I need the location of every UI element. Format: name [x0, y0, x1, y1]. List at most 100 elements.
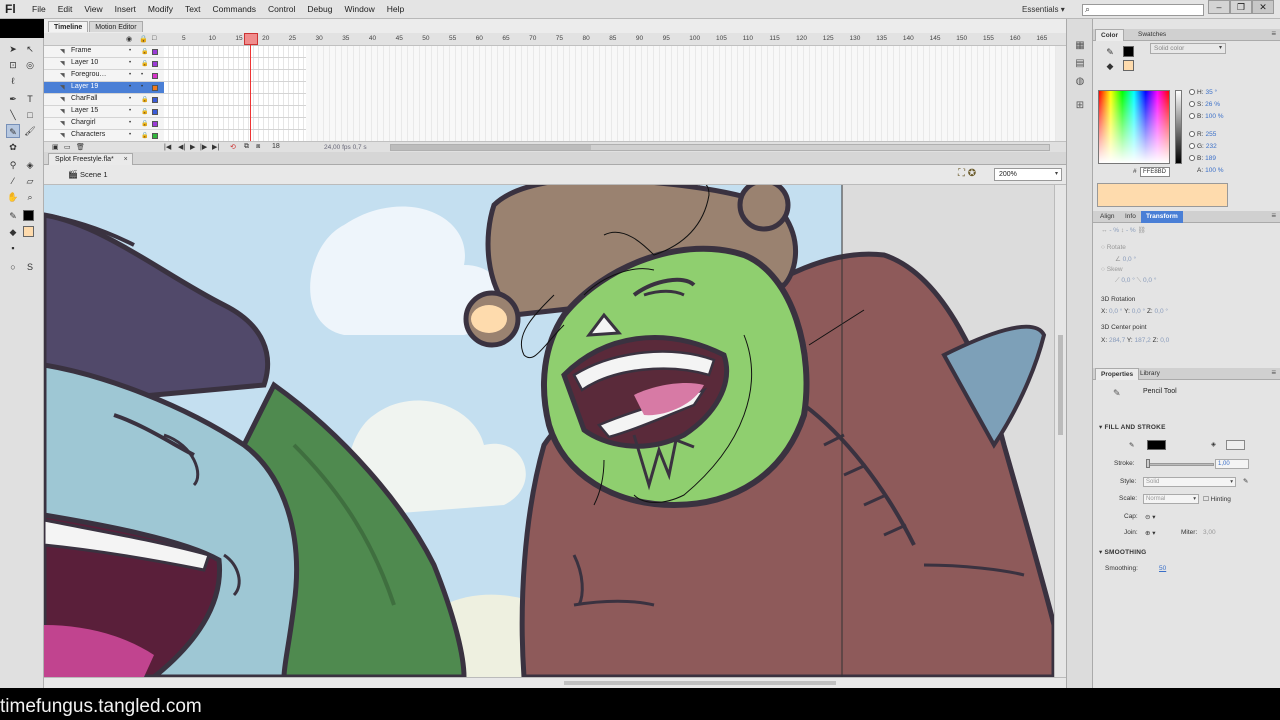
menu-window[interactable]: Window [338, 0, 380, 19]
skew-y-value[interactable]: 0,0 ° [1143, 277, 1156, 284]
style-dropdown[interactable]: Solid ▾ [1143, 477, 1236, 487]
saturation-value[interactable]: 26 % [1205, 101, 1220, 108]
color-panel-stroke-swatch[interactable] [1123, 46, 1134, 57]
selection-tool-icon[interactable]: ➤ [6, 42, 20, 56]
blue-radio[interactable] [1189, 155, 1195, 161]
frame-grid[interactable] [306, 46, 1056, 142]
smoothing-mode-icon[interactable]: S [23, 260, 37, 274]
center3d-y[interactable]: 187,2 [1135, 337, 1151, 344]
green-radio[interactable] [1189, 143, 1195, 149]
rectangle-tool-icon[interactable]: □ [23, 108, 37, 122]
green-row[interactable]: G: 232 [1189, 143, 1217, 150]
smoothing-header[interactable]: ▾ SMOOTHING [1099, 548, 1146, 556]
menu-edit[interactable]: Edit [52, 0, 79, 19]
fill-color-swatch[interactable] [1226, 440, 1245, 450]
fill-stroke-header[interactable]: ▾ FILL AND STROKE [1099, 423, 1166, 431]
brightness-slider[interactable] [1175, 90, 1182, 164]
smoothing-value[interactable]: 50 [1159, 565, 1166, 572]
visibility-dot-icon[interactable]: • [129, 48, 131, 54]
layer-row[interactable]: ◥ Layer 10 • 🔒 [44, 58, 306, 70]
layer-name[interactable]: Characters [71, 131, 105, 138]
hue-radio[interactable] [1189, 89, 1195, 95]
help-search-input[interactable]: ⌕ [1082, 4, 1204, 16]
layer-frames[interactable] [164, 82, 306, 93]
layer-row[interactable]: ◥ Layer 15 • 🔒 [44, 106, 306, 118]
saturation-row[interactable]: S: 26 % [1189, 101, 1220, 108]
layer-frames[interactable] [164, 94, 306, 105]
edit-stroke-style-icon[interactable]: ✎ [1243, 477, 1248, 485]
stroke-color-icon[interactable]: ✎ [1103, 45, 1117, 59]
layer-row[interactable]: ◥ Layer 19 • • [44, 82, 306, 94]
layer-row[interactable]: ◥ Frame • 🔒 [44, 46, 306, 58]
menu-view[interactable]: View [78, 0, 108, 19]
lock-dot-icon[interactable]: • [141, 72, 143, 78]
layer-row[interactable]: ◥ CharFall • 🔒 [44, 94, 306, 106]
snap-magnet-icon[interactable]: ○ [6, 260, 20, 274]
deco-tool-icon[interactable]: ✿ [6, 140, 20, 154]
blue-row[interactable]: B: 189 [1189, 155, 1216, 162]
motion-presets-icon[interactable]: ◍ [1073, 75, 1087, 89]
layer-row[interactable]: ◥ Chargirl • 🔒 [44, 118, 306, 130]
layer-outline-color[interactable] [152, 97, 158, 103]
visibility-dot-icon[interactable]: • [129, 84, 131, 90]
loop-icon[interactable]: ⟲ [230, 143, 236, 151]
visibility-dot-icon[interactable]: • [129, 132, 131, 138]
fill-color-icon[interactable]: ◆ [1103, 59, 1117, 73]
hue-row[interactable]: H: 35 ° [1189, 89, 1217, 96]
restore-button[interactable]: ❐ [1230, 0, 1252, 14]
stroke-slider-thumb[interactable] [1146, 459, 1150, 468]
menu-control[interactable]: Control [262, 0, 301, 19]
hex-input[interactable]: FFE8BD [1140, 167, 1170, 177]
onion-outline-icon[interactable]: ⧈ [256, 143, 260, 151]
rot3d-x[interactable]: 0,0 ° [1109, 308, 1122, 315]
timeline-scrollbar[interactable] [390, 144, 1050, 151]
layer-outline-color[interactable] [152, 85, 158, 91]
hand-tool-icon[interactable]: ✋ [6, 190, 20, 204]
layer-outline-color[interactable] [152, 73, 158, 79]
next-frame-icon[interactable]: |▶ [200, 143, 207, 151]
visibility-dot-icon[interactable]: • [129, 120, 131, 126]
rot3d-y[interactable]: 0,0 ° [1132, 308, 1145, 315]
lasso-tool-icon[interactable]: ℓ [6, 74, 20, 88]
tab-motion-editor[interactable]: Motion Editor [89, 21, 143, 32]
panel-menu-icon[interactable]: ≡ [1271, 29, 1276, 38]
lock-icon[interactable]: 🔒 [139, 35, 148, 43]
alpha-row[interactable]: A: 100 % [1197, 167, 1224, 174]
layer-outline-color[interactable] [152, 133, 158, 139]
menu-text[interactable]: Text [179, 0, 207, 19]
visibility-dot-icon[interactable]: • [129, 60, 131, 66]
fill-color-swatch[interactable] [23, 226, 34, 237]
delete-layer-icon[interactable]: 🗑 [76, 143, 85, 151]
close-button[interactable]: ✕ [1252, 0, 1274, 14]
layer-frames[interactable] [164, 106, 306, 117]
center3d-x[interactable]: 284,7 [1109, 337, 1125, 344]
pencil-tool-icon[interactable]: ✎ [6, 124, 20, 138]
swatches-panel-icon[interactable]: ▤ [1073, 57, 1087, 71]
last-frame-icon[interactable]: ▶| [212, 143, 219, 151]
lock-dot-icon[interactable]: 🔒 [141, 120, 148, 127]
lock-dot-icon[interactable]: 🔒 [141, 60, 148, 67]
menu-commands[interactable]: Commands [207, 0, 262, 19]
lock-dot-icon[interactable]: 🔒 [141, 48, 148, 55]
red-value[interactable]: 255 [1206, 131, 1217, 138]
cap-dropdown[interactable]: ⊝ ▾ [1145, 513, 1156, 521]
layer-name[interactable]: Layer 15 [71, 107, 98, 114]
subselection-tool-icon[interactable]: ↖ [23, 42, 37, 56]
color-spectrum[interactable] [1098, 90, 1170, 164]
rotate-value[interactable]: 0,0 ° [1123, 256, 1136, 263]
stage-vertical-scrollbar[interactable] [1054, 185, 1066, 677]
alpha-value[interactable]: 100 % [1205, 167, 1223, 174]
red-row[interactable]: R: 255 [1189, 131, 1216, 138]
layer-outline-color[interactable] [152, 121, 158, 127]
fps-readout[interactable]: 24,00 fps 0,7 s [324, 144, 367, 151]
eyedropper-tool-icon[interactable]: ⁄ [6, 174, 20, 188]
rot3d-z[interactable]: 0,0 ° [1155, 308, 1168, 315]
layer-name[interactable]: Foregrou… [71, 71, 106, 78]
pen-tool-icon[interactable]: ✒ [6, 92, 20, 106]
layer-frames[interactable] [164, 58, 306, 69]
bone-tool-icon[interactable]: ⚲ [6, 158, 20, 172]
workspace-switcher[interactable]: Essentials ▾ [1022, 0, 1065, 19]
playhead[interactable] [244, 33, 258, 45]
scale-dropdown[interactable]: Normal ▾ [1143, 494, 1199, 504]
tab-color[interactable]: Color [1095, 29, 1124, 41]
